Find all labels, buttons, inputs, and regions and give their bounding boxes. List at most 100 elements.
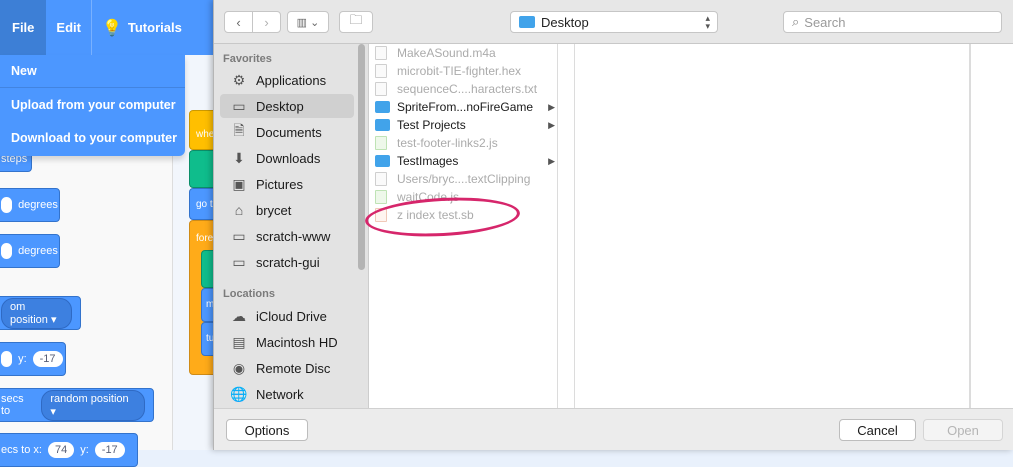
position-dropdown[interactable]: om position ▾ bbox=[1, 297, 72, 329]
file-column-4 bbox=[970, 44, 1013, 408]
favorites-header: Favorites bbox=[223, 53, 272, 65]
disc-icon: ◉ bbox=[232, 359, 246, 376]
y-input[interactable]: -17 bbox=[32, 351, 63, 367]
tutorials-label: Tutorials bbox=[127, 20, 182, 35]
file-item: waitCode.js bbox=[375, 188, 555, 206]
sidebar-item-scratch-gui[interactable]: ▭ scratch-gui bbox=[220, 250, 354, 274]
audio-file-icon bbox=[375, 46, 387, 60]
motion-block-go-to-xy[interactable]: y: -17 bbox=[0, 342, 66, 376]
menu-item-new[interactable]: New bbox=[0, 55, 185, 88]
js-file-icon bbox=[375, 190, 387, 204]
new-folder-button[interactable]: 🗀 bbox=[339, 11, 373, 33]
motion-block-go-to[interactable]: om position ▾ bbox=[0, 296, 81, 330]
file-item: sequenceC....haracters.txt bbox=[375, 80, 555, 98]
locations-header: Locations bbox=[223, 288, 275, 300]
sidebar-item-scratch-www[interactable]: ▭ scratch-www bbox=[220, 224, 354, 248]
file-name: sequenceC....haracters.txt bbox=[397, 82, 538, 96]
file-name: SpriteFrom...noFireGame bbox=[397, 100, 534, 114]
folder-icon bbox=[375, 119, 390, 131]
scratch-menubar: File Edit 💡 Tutorials bbox=[0, 0, 215, 55]
sidebar-item-network[interactable]: 🌐 Network bbox=[220, 382, 354, 406]
x-input[interactable] bbox=[1, 351, 13, 367]
folder-icon bbox=[519, 16, 535, 28]
sidebar-item-downloads[interactable]: ⬇ Downloads bbox=[220, 146, 354, 170]
cancel-button[interactable]: Cancel bbox=[839, 419, 916, 441]
sidebar-item-label: Documents bbox=[256, 124, 322, 140]
folder-icon bbox=[375, 101, 390, 113]
folder-item[interactable]: TestImages ▶ bbox=[375, 152, 555, 170]
sidebar-item-label: Macintosh HD bbox=[256, 334, 338, 350]
sidebar-scrollbar[interactable] bbox=[358, 44, 365, 270]
documents-icon: 🗎 bbox=[233, 122, 245, 138]
sidebar-item-applications[interactable]: ⚙ Applications bbox=[220, 68, 354, 92]
folder-icon bbox=[375, 155, 390, 167]
sidebar-item-documents[interactable]: 🗎 Documents bbox=[220, 120, 354, 144]
menu-item-download[interactable]: Download to your computer bbox=[0, 121, 185, 154]
options-button[interactable]: Options bbox=[226, 419, 308, 441]
edit-menu-button[interactable]: Edit bbox=[46, 0, 91, 55]
open-button[interactable]: Open bbox=[923, 419, 1003, 441]
disclosure-arrow-icon: ▶ bbox=[548, 155, 555, 166]
sidebar-item-label: Remote Disc bbox=[256, 360, 331, 376]
motion-block-turn-left[interactable]: degrees bbox=[0, 234, 60, 268]
disclosure-arrow-icon: ▶ bbox=[548, 101, 555, 112]
text-file-icon bbox=[375, 82, 387, 96]
folder-item[interactable]: Test Projects ▶ bbox=[375, 116, 555, 134]
chevron-updown-icon: ▴ ▾ bbox=[705, 13, 710, 31]
pictures-icon: ▣ bbox=[232, 175, 246, 192]
file-column-2 bbox=[558, 44, 575, 408]
location-popup[interactable]: Desktop ▴ ▾ bbox=[510, 11, 718, 33]
block-text: ecs to x: bbox=[1, 444, 42, 456]
back-icon[interactable]: ‹ bbox=[225, 15, 252, 30]
file-name: waitCode.js bbox=[397, 190, 460, 204]
degree-input[interactable] bbox=[1, 243, 13, 259]
sidebar-item-home[interactable]: ⌂ brycet bbox=[220, 198, 354, 222]
sidebar-item-pictures[interactable]: ▣ Pictures bbox=[220, 172, 354, 196]
sidebar-item-remote-disc[interactable]: ◉ Remote Disc bbox=[220, 356, 354, 380]
file-column-desktop: MakeASound.m4a microbit-TIE-fighter.hex … bbox=[369, 44, 558, 408]
sidebar-item-icloud[interactable]: ☁ iCloud Drive bbox=[220, 304, 354, 328]
sidebar-item-label: Network bbox=[256, 386, 304, 402]
nav-buttons: ‹ › bbox=[224, 11, 281, 33]
search-icon: ⌕ bbox=[792, 14, 800, 29]
new-folder-icon: 🗀 bbox=[349, 12, 363, 27]
file-name: microbit-TIE-fighter.hex bbox=[397, 64, 522, 78]
location-label: Desktop bbox=[541, 14, 589, 30]
network-icon: 🌐 bbox=[230, 385, 248, 402]
document-icon bbox=[375, 64, 387, 78]
forward-icon[interactable]: › bbox=[253, 15, 280, 30]
search-field[interactable]: ⌕ Search bbox=[783, 11, 1002, 33]
file-item: Users/bryc....textClipping bbox=[375, 170, 555, 188]
columns-view-icon: ▥ ⌄ bbox=[296, 16, 320, 29]
text-clipping-icon bbox=[375, 172, 387, 186]
applications-icon: ⚙ bbox=[232, 71, 246, 88]
menu-item-upload[interactable]: Upload from your computer bbox=[0, 88, 185, 121]
sidebar-item-label: brycet bbox=[256, 202, 292, 218]
sidebar-item-desktop[interactable]: ▭ Desktop bbox=[220, 94, 354, 118]
cloud-icon: ☁ bbox=[232, 307, 246, 324]
file-item: microbit-TIE-fighter.hex bbox=[375, 62, 555, 80]
folder-item[interactable]: SpriteFrom...noFireGame ▶ bbox=[375, 98, 555, 116]
sidebar-item-label: scratch-gui bbox=[256, 254, 320, 270]
folder-icon: ▭ bbox=[232, 253, 246, 270]
motion-block-glide-xy[interactable]: ecs to x: 74 y: -17 bbox=[0, 433, 138, 467]
finder-sidebar: Favorites ⚙ Applications ▭ Desktop 🗎 Doc… bbox=[214, 44, 369, 408]
motion-block-glide[interactable]: secs to random position ▾ bbox=[0, 388, 154, 422]
dialog-toolbar: ‹ › ▥ ⌄ 🗀 Desktop ▴ ▾ ⌕ Search bbox=[214, 0, 1013, 44]
glide-position-dropdown[interactable]: random position ▾ bbox=[41, 389, 145, 421]
sidebar-item-macintosh-hd[interactable]: ▤ Macintosh HD bbox=[220, 330, 354, 354]
sidebar-item-label: scratch-www bbox=[256, 228, 331, 244]
motion-block-turn-right[interactable]: degrees bbox=[0, 188, 60, 222]
file-column-3 bbox=[575, 44, 970, 408]
file-menu-button[interactable]: File bbox=[0, 0, 47, 55]
sidebar-item-label: Applications bbox=[256, 72, 327, 88]
lightbulb-icon: 💡 bbox=[101, 19, 122, 37]
x-input[interactable]: 74 bbox=[47, 442, 75, 458]
folder-icon: ▭ bbox=[232, 227, 246, 244]
y-input[interactable]: -17 bbox=[94, 442, 125, 458]
view-mode-button[interactable]: ▥ ⌄ bbox=[287, 11, 329, 33]
tutorials-button[interactable]: 💡 Tutorials bbox=[92, 0, 192, 55]
degree-input[interactable] bbox=[1, 197, 13, 213]
dialog-footer: Options Cancel Open bbox=[214, 408, 1013, 450]
file-name: Users/bryc....textClipping bbox=[397, 172, 531, 186]
